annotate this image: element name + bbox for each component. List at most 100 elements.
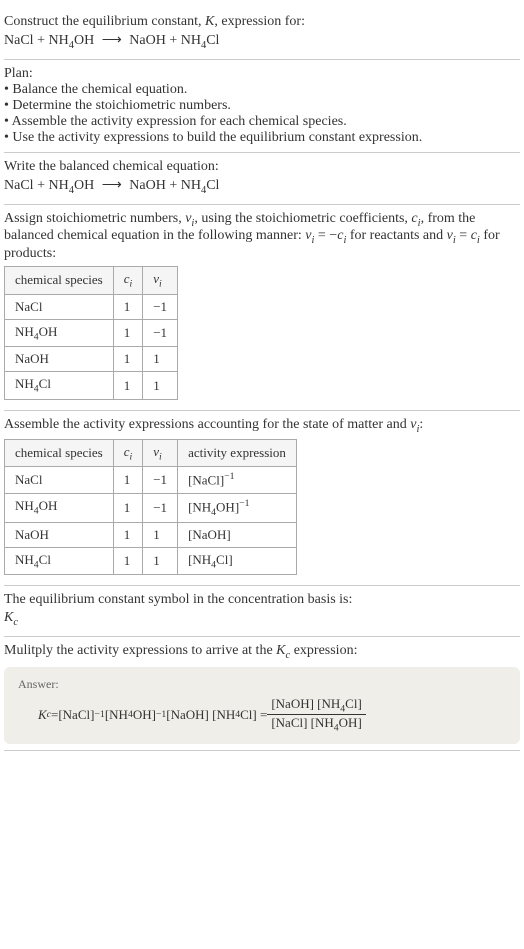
text: , using the stoichiometric coefficients, — [194, 211, 411, 226]
text: = — [456, 228, 471, 243]
cell-nu: 1 — [143, 347, 178, 372]
header-expr: activity expression — [178, 439, 297, 467]
cell-c: 1 — [113, 372, 143, 400]
header-nu: νi — [143, 267, 178, 295]
term: Cl] = — [240, 707, 267, 723]
text: Assemble the activity expressions accoun… — [4, 417, 410, 432]
activity-title: Assemble the activity expressions accoun… — [4, 417, 520, 435]
table-row: NH4Cl 1 1 [NH4Cl] — [5, 547, 297, 575]
balanced-section: Write the balanced chemical equation: Na… — [4, 153, 520, 205]
cell-c: 1 — [113, 493, 143, 522]
sub-i: i — [159, 279, 162, 290]
cell-c: 1 — [113, 522, 143, 547]
cell-species: NaCl — [5, 467, 114, 493]
table-row: NaOH 1 1 — [5, 347, 178, 372]
cell-species: NaOH — [5, 347, 114, 372]
k-variable: K — [205, 14, 214, 29]
plan-item: Balance the chemical equation. — [4, 82, 520, 98]
denominator: [NaCl] [NH4OH] — [267, 715, 365, 734]
stoich-section: Assign stoichiometric numbers, νi , using… — [4, 205, 520, 411]
text: expression: — [290, 643, 357, 658]
plan-item: Use the activity expressions to build th… — [4, 130, 520, 146]
cell-expr: [NH4OH]−1 — [178, 493, 297, 522]
multiply-section: Mulitply the activity expressions to arr… — [4, 637, 520, 751]
answer-label: Answer: — [18, 677, 506, 692]
term: [NH — [105, 707, 128, 723]
reaction-equation: NaCl + NH4OH ⟶ NaOH + NH4Cl — [4, 32, 520, 51]
multiply-text: Mulitply the activity expressions to arr… — [4, 643, 520, 661]
sub-i: i — [130, 279, 133, 290]
cell-nu: −1 — [143, 493, 178, 522]
term: [NaOH] [NH — [166, 707, 235, 723]
plus-2: + — [166, 33, 181, 48]
activity-section: Assemble the activity expressions accoun… — [4, 411, 520, 586]
numerator: [NaOH] [NH4Cl] — [267, 696, 365, 716]
header-species: chemical species — [5, 439, 114, 467]
expr: [NaCl] — [188, 473, 224, 488]
species-nh: NH — [48, 178, 68, 193]
text: for reactants and — [346, 228, 446, 243]
species-naoh: NaOH — [129, 33, 166, 48]
table-row: NH4OH 1 −1 — [5, 319, 178, 347]
plus: + — [166, 178, 181, 193]
symbol-section: The equilibrium constant symbol in the c… — [4, 586, 520, 637]
cell-species: NH4OH — [5, 493, 114, 522]
k-var: K — [276, 643, 285, 658]
text: Assign stoichiometric numbers, — [4, 211, 185, 226]
cell-c: 1 — [113, 547, 143, 575]
table-header: chemical species ci νi activity expressi… — [5, 439, 297, 467]
sub-c: c — [13, 617, 18, 628]
table-row: NaCl 1 −1 — [5, 294, 178, 319]
species-nh: NH — [181, 178, 201, 193]
species-cl: Cl — [206, 178, 219, 193]
text: = − — [314, 228, 337, 243]
cell-expr: [NH4Cl] — [178, 547, 297, 575]
cell-species: NaCl — [5, 294, 114, 319]
text: : — [419, 417, 423, 432]
table-row: NaCl 1 −1 [NaCl]−1 — [5, 467, 297, 493]
equals: = — [51, 707, 58, 723]
cell-c: 1 — [113, 347, 143, 372]
cell-c: 1 — [113, 467, 143, 493]
cell-nu: 1 — [143, 547, 178, 575]
cell-expr: [NaOH] — [178, 522, 297, 547]
balanced-equation: NaCl + NH4OH ⟶ NaOH + NH4Cl — [4, 177, 520, 196]
header-c: ci — [113, 439, 143, 467]
cell-species: NH4OH — [5, 319, 114, 347]
plan-item: Determine the stoichiometric numbers. — [4, 98, 520, 114]
plus: + — [34, 178, 49, 193]
table-row: NH4OH 1 −1 [NH4OH]−1 — [5, 493, 297, 522]
cell-nu: 1 — [143, 372, 178, 400]
cell-c: 1 — [113, 294, 143, 319]
exp: −1 — [224, 471, 234, 482]
cell-nu: 1 — [143, 522, 178, 547]
stoich-table: chemical species ci νi NaCl 1 −1 NH4OH 1… — [4, 266, 178, 400]
species-nh: NH — [48, 33, 68, 48]
kc-symbol: Kc — [4, 610, 520, 628]
species-nacl: NaCl — [4, 33, 34, 48]
exp: −1 — [239, 498, 249, 509]
cell-expr: [NaCl]−1 — [178, 467, 297, 493]
cell-nu: −1 — [143, 467, 178, 493]
header-section: Construct the equilibrium constant, K, e… — [4, 8, 520, 60]
k-var: K — [38, 707, 47, 723]
prompt-line: Construct the equilibrium constant, K, e… — [4, 14, 520, 30]
cell-c: 1 — [113, 319, 143, 347]
plan-list: Balance the chemical equation. Determine… — [4, 82, 520, 146]
table-row: NH4Cl 1 1 — [5, 372, 178, 400]
species-naoh: NaOH — [129, 178, 166, 193]
header-nu: νi — [143, 439, 178, 467]
exp: −1 — [156, 709, 166, 720]
cell-nu: −1 — [143, 319, 178, 347]
header-species: chemical species — [5, 267, 114, 295]
cell-nu: −1 — [143, 294, 178, 319]
cell-species: NH4Cl — [5, 372, 114, 400]
activity-table: chemical species ci νi activity expressi… — [4, 439, 297, 575]
balanced-title: Write the balanced chemical equation: — [4, 159, 520, 175]
sub-i: i — [159, 451, 162, 462]
table-header: chemical species ci νi — [5, 267, 178, 295]
sub-i: i — [130, 451, 133, 462]
k-var: K — [4, 610, 13, 625]
answer-box: Answer: Kc = [NaCl]−1 [NH4OH]−1 [NaOH] [… — [4, 667, 520, 744]
prompt-text: Construct the equilibrium constant, — [4, 14, 205, 29]
